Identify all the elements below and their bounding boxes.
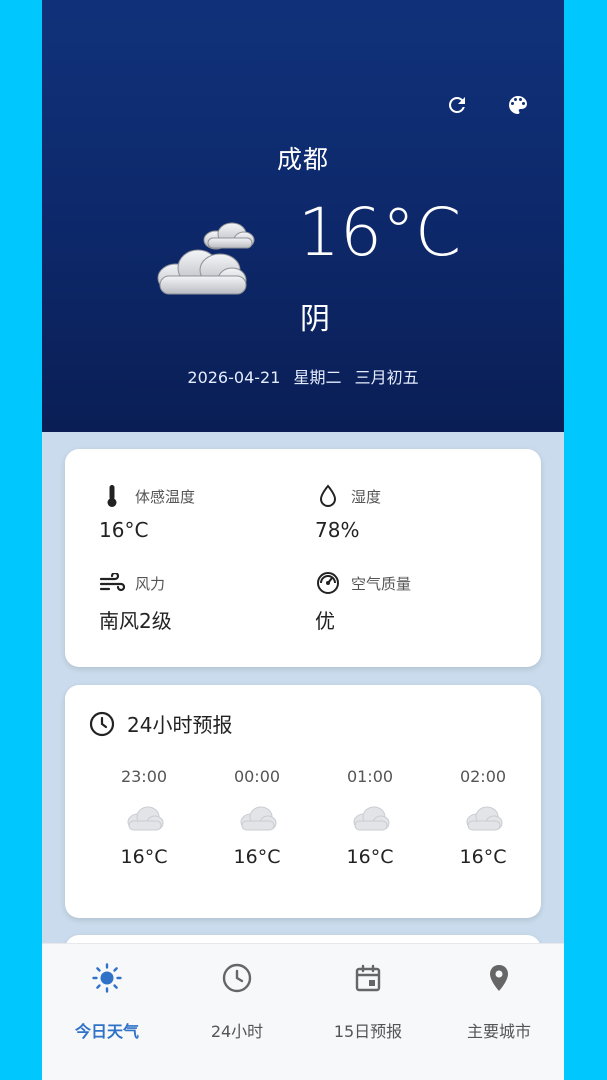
calendar-icon [303, 962, 433, 992]
sun-icon [42, 962, 172, 993]
hour-column: 02:00 16°C [433, 767, 533, 868]
weather-condition: 阴 [300, 302, 330, 337]
nav-item-24h[interactable]: 24小时 [172, 944, 302, 1064]
metric-label: 空气质量 [351, 574, 412, 593]
metric-label: 风力 [135, 574, 166, 593]
metric-value: 优 [315, 609, 335, 633]
feels-like-metric: 体感温度 16°C [99, 482, 195, 542]
hour-time: 01:00 [346, 767, 394, 786]
metric-label: 湿度 [351, 487, 382, 506]
cloud-icon [320, 804, 420, 836]
nav-label: 主要城市 [466, 1022, 531, 1041]
cloudy-weather-icon [154, 218, 258, 310]
hour-time: 00:00 [233, 767, 281, 786]
cloud-icon [433, 804, 533, 836]
nav-item-today[interactable]: 今日天气 [42, 944, 172, 1064]
wind-icon [99, 570, 125, 596]
phone-screen: 成都 16°C 阴 2026-04-21 星期二 三月初五 体感温度 16°C … [42, 0, 564, 1080]
hour-temp: 16°C [346, 846, 394, 868]
city-name: 成都 [276, 145, 329, 174]
hour-column: 01:00 16°C [320, 767, 420, 868]
nav-label: 今日天气 [74, 1022, 139, 1041]
hour-temp: 16°C [120, 846, 168, 868]
cloud-icon [94, 804, 194, 836]
metric-value: 16°C [99, 518, 149, 542]
hour-column: 23:00 16°C [94, 767, 194, 868]
hour-time: 02:00 [459, 767, 507, 786]
lunar-date: 三月初五 [354, 368, 419, 387]
hour-temp: 16°C [459, 846, 507, 868]
clock-icon [172, 962, 302, 993]
weekday: 星期二 [293, 368, 342, 387]
nav-item-cities[interactable]: 主要城市 [434, 944, 564, 1064]
hour-temp: 16°C [233, 846, 281, 868]
air-quality-metric: 空气质量 优 [315, 569, 411, 634]
wind-metric: 风力 南风2级 [99, 569, 172, 634]
forecast-header: 24小时预报 [89, 709, 232, 738]
weather-header: 成都 16°C 阴 2026-04-21 星期二 三月初五 [42, 0, 564, 432]
date-line: 2026-04-21 星期二 三月初五 [42, 364, 564, 388]
water-drop-icon [315, 483, 341, 509]
metric-value: 南风2级 [99, 609, 172, 633]
hour-column: 00:00 16°C [207, 767, 307, 868]
metric-value: 78% [315, 518, 360, 542]
metric-label: 体感温度 [135, 487, 196, 506]
bottom-navigation: 今日天气 24小时 15日预报 主要城市 [42, 943, 564, 1080]
hourly-forecast-card[interactable]: 24小时预报 23:00 16°C 00:00 16°C 01:00 16°C … [65, 685, 541, 918]
refresh-button[interactable] [440, 88, 474, 122]
theme-button[interactable] [501, 88, 535, 122]
forecast-title: 24小时预报 [127, 713, 233, 737]
palette-icon [509, 96, 527, 114]
cloud-icon [207, 804, 307, 836]
thermometer-icon [99, 483, 125, 509]
humidity-metric: 湿度 78% [315, 482, 381, 542]
air-quality-icon [315, 570, 341, 596]
hour-time: 23:00 [120, 767, 168, 786]
location-pin-icon [434, 962, 564, 992]
nav-label: 24小时 [210, 1022, 264, 1041]
nav-item-15day[interactable]: 15日预报 [303, 944, 433, 1064]
details-card: 体感温度 16°C 湿度 78% 风力 南风2级 空气质量 优 [65, 449, 541, 667]
clock-icon [89, 711, 115, 736]
refresh-icon [449, 97, 465, 113]
nav-label: 15日预报 [333, 1022, 403, 1041]
date: 2026-04-21 [187, 368, 281, 387]
current-temperature: 16°C [298, 194, 462, 271]
